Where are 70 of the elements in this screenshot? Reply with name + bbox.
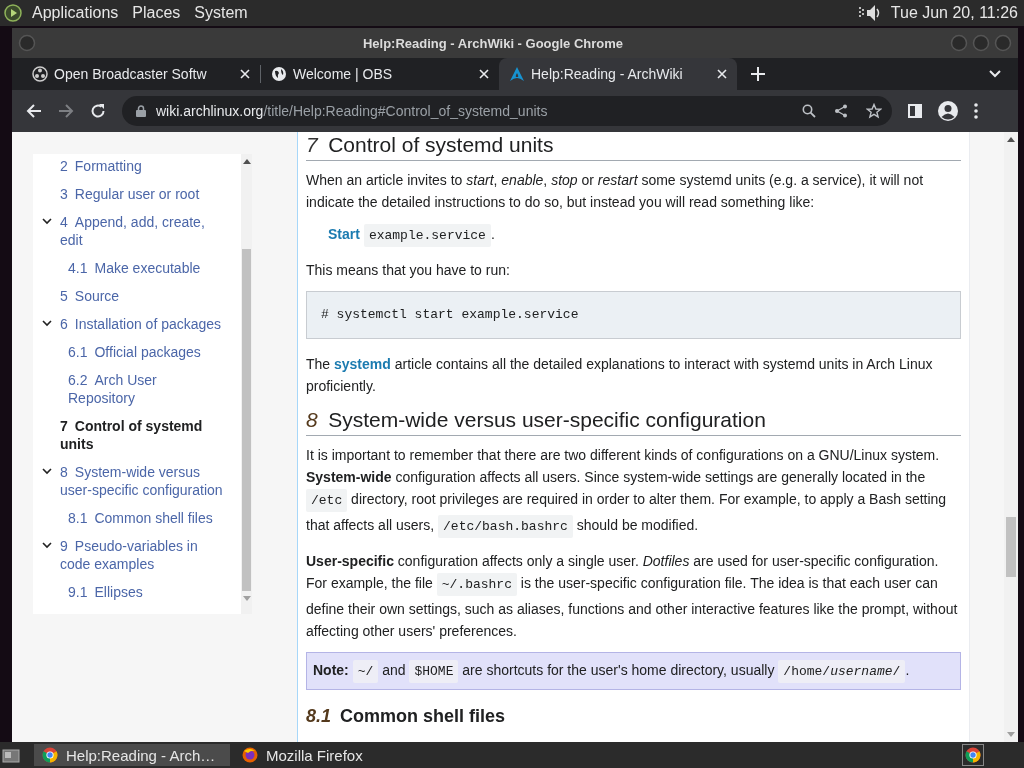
paragraph: This means that you have to run:: [306, 261, 511, 280]
toc-link[interactable]: 4.1 Make executable: [60, 259, 201, 277]
profile-icon[interactable]: [938, 101, 958, 121]
star-icon[interactable]: [866, 103, 882, 119]
toc-link[interactable]: 6 Installation of packages: [60, 315, 222, 333]
window-title: Help:Reading - ArchWiki - Google Chrome: [361, 35, 625, 51]
toc-link[interactable]: 6.1 Official packages: [60, 343, 201, 361]
clock[interactable]: Tue Jun 20, 11:26: [890, 4, 1018, 22]
globe-icon: [271, 66, 287, 82]
paragraph: It is important to remember that there are two different kinds of configurations on a GNU/Linux system. System-wide configuration affects all users. Since system-wide settings are generally located in the /etc directory, root privileges are required in order to alter them. For example, to apply a Bash setting that affects all users, /etc/bash.bashrc should be modified.: [306, 444, 961, 540]
paragraph: When an article invites to start, enable, stop or restart some systemd units (e.g. a service), it will not indicate the detailed instructions to do so, but instead you will read something like:: [306, 171, 925, 212]
forward-icon[interactable]: [58, 103, 74, 119]
code-block: # systemctl start example.service: [306, 291, 961, 339]
inline-code: /etc: [306, 489, 348, 512]
section-heading: 7 Control of systemd units: [306, 132, 961, 161]
side-panel-icon[interactable]: [908, 104, 922, 118]
inline-code: $HOME: [409, 660, 459, 683]
firefox-icon: [242, 747, 258, 763]
toc-link[interactable]: 4 Append, add, create, edit: [60, 213, 225, 249]
inline-code: ~/: [352, 660, 379, 683]
app-menu-icon[interactable]: [4, 4, 22, 22]
close-tab-icon[interactable]: [240, 69, 250, 79]
reload-icon[interactable]: [90, 103, 106, 119]
toc-link[interactable]: 7 Control of systemd units: [60, 417, 225, 453]
browser-tab[interactable]: Open Broadcaster Softw: [22, 58, 260, 90]
close-tab-icon[interactable]: [717, 69, 727, 79]
speaker-icon[interactable]: [858, 3, 881, 23]
scrollbar[interactable]: [1004, 132, 1018, 742]
new-tab-icon[interactable]: [751, 67, 765, 81]
share-icon[interactable]: [834, 104, 848, 118]
toc-link[interactable]: 5 Source: [60, 287, 120, 305]
note-box: Note: ~/ and $HOME are shortcuts for the user's home directory, usually /home/username/ .: [306, 652, 961, 690]
inline-code: /home/username/: [778, 660, 906, 683]
lock-icon[interactable]: [136, 105, 146, 117]
chrome-icon[interactable]: [962, 744, 984, 766]
inline-code: example.service: [363, 224, 491, 247]
scrollbar[interactable]: [241, 154, 252, 614]
toc-link[interactable]: 2 Formatting: [60, 157, 142, 175]
inline-code: /etc/bash.bashrc: [438, 515, 573, 538]
show-desktop-icon[interactable]: [2, 747, 20, 763]
toc-link[interactable]: 9 Pseudo-variables in code examples: [60, 537, 225, 573]
menu-item[interactable]: Places: [132, 4, 181, 22]
back-icon[interactable]: [26, 103, 42, 119]
tab-list-icon[interactable]: [988, 69, 1002, 79]
toc-link[interactable]: 3 Regular user or root: [60, 185, 200, 203]
taskbar-button[interactable]: Help:Reading - Arch…: [34, 744, 230, 766]
link[interactable]: Start: [328, 226, 360, 242]
address-bar[interactable]: wiki.archlinux.org/title/Help:Reading#Control_of_systemd_units: [122, 96, 892, 126]
obs-icon: [32, 66, 48, 82]
menu-item[interactable]: System: [194, 4, 248, 22]
menu-icon[interactable]: [974, 103, 978, 119]
section-heading: 8 System-wide versus user-specific configuration: [306, 407, 961, 436]
paragraph: User-specific configuration affects only a single user. Dotfiles are used for user-specific configuration. For example, the file ~/.bashrc is the user-specific configuration file. The idea is that each user can define their own settings, such as aliases, functions and other interactive features like the prompt, without affecting other users' preferences.: [306, 552, 959, 641]
section-heading: 8.1 Common shell files: [306, 706, 507, 727]
chrome-icon: [42, 747, 58, 763]
toc-link[interactable]: 9.1 Ellipses: [60, 583, 143, 601]
inline-code: ~/.bashrc: [436, 573, 517, 596]
link[interactable]: systemd: [334, 356, 391, 372]
toc-link[interactable]: 6.2 Arch User Repository: [60, 371, 225, 407]
browser-tab[interactable]: Welcome | OBS: [261, 58, 499, 90]
menu-item[interactable]: Applications: [32, 4, 119, 22]
arch-logo-icon: [509, 66, 525, 82]
toc-link[interactable]: 8.1 Common shell files: [60, 509, 213, 527]
paragraph: Start example.service .: [328, 223, 961, 249]
taskbar-button[interactable]: Mozilla Firefox: [234, 744, 371, 766]
browser-tab[interactable]: Help:Reading - ArchWiki: [499, 58, 737, 90]
close-tab-icon[interactable]: [479, 69, 489, 79]
toc-link[interactable]: 8 System-wide versus user-specific configuration: [60, 463, 225, 499]
paragraph: The systemd article contains all the detailed explanations to interact with systemd units in Arch Linux proficiently.: [306, 355, 934, 396]
search-icon[interactable]: [802, 104, 816, 118]
